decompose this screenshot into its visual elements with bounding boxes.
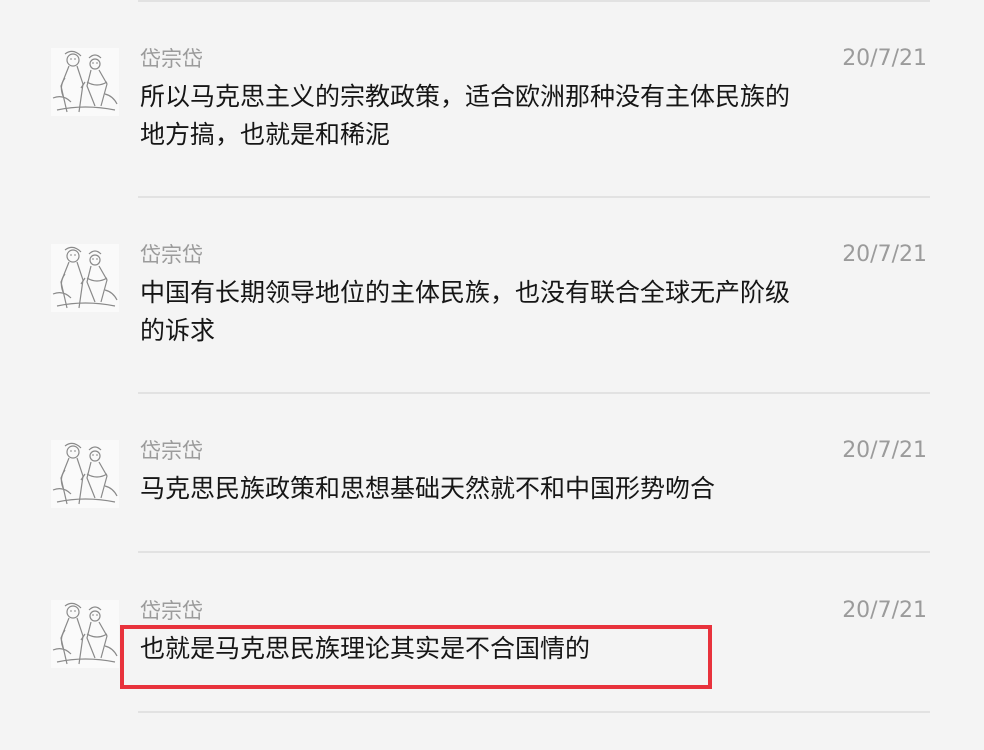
message-divider bbox=[138, 711, 930, 713]
message-date: 20/7/21 bbox=[842, 598, 927, 623]
message-date: 20/7/21 bbox=[842, 438, 927, 463]
sender-name: 岱宗岱 bbox=[140, 243, 203, 267]
message-text: 所以马克思主义的宗教政策，适合欧洲那种没有主体民族的地方搞，也就是和稀泥 bbox=[140, 82, 791, 149]
sender-name: 岱宗岱 bbox=[140, 47, 203, 71]
message-divider bbox=[138, 196, 930, 198]
sketch-figures-avatar-icon[interactable] bbox=[51, 440, 119, 508]
sender-name: 岱宗岱 bbox=[140, 439, 203, 463]
message-divider bbox=[138, 0, 930, 2]
chat-message[interactable]: 岱宗岱 20/7/21 中国有长期领导地位的主体民族，也没有联合全球无产阶级的诉… bbox=[0, 242, 984, 394]
message-divider bbox=[138, 392, 930, 394]
chat-message[interactable]: 岱宗岱 20/7/21 马克思民族政策和思想基础天然就不和中国形势吻合 bbox=[0, 438, 984, 590]
message-date: 20/7/21 bbox=[842, 46, 927, 71]
sketch-figures-avatar-icon[interactable] bbox=[51, 48, 119, 116]
sketch-figures-avatar-icon[interactable] bbox=[51, 244, 119, 312]
sketch-figures-avatar-icon[interactable] bbox=[51, 600, 119, 668]
message-date: 20/7/21 bbox=[842, 242, 927, 267]
sender-name: 岱宗岱 bbox=[140, 599, 203, 623]
message-text: 中国有长期领导地位的主体民族，也没有联合全球无产阶级的诉求 bbox=[140, 278, 791, 345]
message-text: 马克思民族政策和思想基础天然就不和中国形势吻合 bbox=[140, 474, 716, 503]
highlight-annotation-box bbox=[120, 625, 712, 689]
chat-message[interactable]: 岱宗岱 20/7/21 所以马克思主义的宗教政策，适合欧洲那种没有主体民族的地方… bbox=[0, 46, 984, 198]
message-divider bbox=[138, 551, 930, 553]
